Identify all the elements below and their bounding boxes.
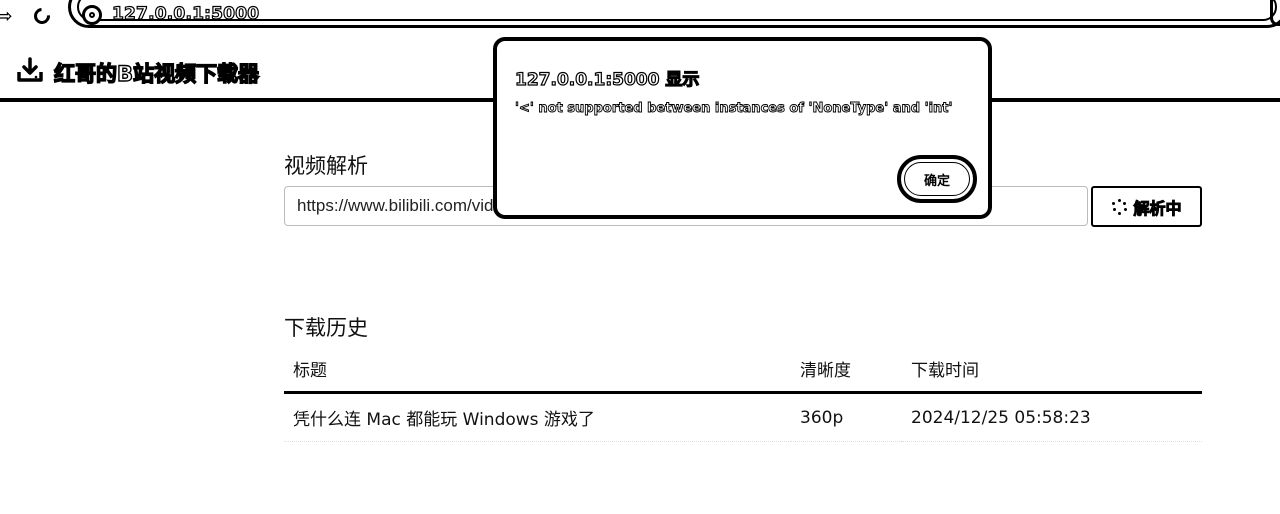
parse-button[interactable]: 解析中 bbox=[1091, 186, 1202, 227]
dialog-ok-label: 确定 bbox=[923, 173, 950, 189]
row-quality: 360p bbox=[791, 392, 902, 442]
app-title: 红哥的B站视频下载器 bbox=[53, 61, 260, 86]
parse-button-label: 解析中 bbox=[1133, 198, 1182, 218]
dialog-message: '<' not supported between instances of '… bbox=[515, 101, 953, 117]
history-section-title: 下载历史 bbox=[284, 316, 368, 340]
forward-icon[interactable]: ⇨ bbox=[0, 5, 16, 27]
column-header-time: 下载时间 bbox=[902, 346, 1202, 394]
history-table: 标题 清晰度 下载时间 凭什么连 Mac 都能玩 Windows 游戏了 360… bbox=[284, 346, 1202, 442]
row-title: 凭什么连 Mac 都能玩 Windows 游戏了 bbox=[284, 392, 791, 442]
table-row[interactable]: 凭什么连 Mac 都能玩 Windows 游戏了 360p 2024/12/25… bbox=[284, 392, 1202, 442]
dialog-ok-button[interactable]: 确定 bbox=[897, 155, 977, 203]
spinner-icon bbox=[1111, 198, 1128, 215]
alert-dialog: 127.0.0.1:5000 显示 '<' not supported betw… bbox=[493, 37, 992, 219]
dialog-title: 127.0.0.1:5000 显示 bbox=[514, 69, 700, 90]
table-header-row: 标题 清晰度 下载时间 bbox=[284, 346, 1202, 394]
site-info-icon[interactable] bbox=[82, 5, 102, 25]
column-header-quality: 清晰度 bbox=[791, 346, 902, 394]
browser-toolbar: ⇨ 127.0.0.1:5000 bbox=[0, 0, 1280, 38]
download-icon bbox=[17, 57, 43, 82]
row-time: 2024/12/25 05:58:23 bbox=[902, 392, 1202, 442]
parse-section-title: 视频解析 bbox=[284, 154, 368, 178]
column-header-title: 标题 bbox=[284, 346, 791, 394]
window-edge bbox=[1270, 0, 1280, 26]
url-text[interactable]: 127.0.0.1:5000 bbox=[111, 3, 259, 24]
reload-icon[interactable] bbox=[30, 4, 54, 28]
